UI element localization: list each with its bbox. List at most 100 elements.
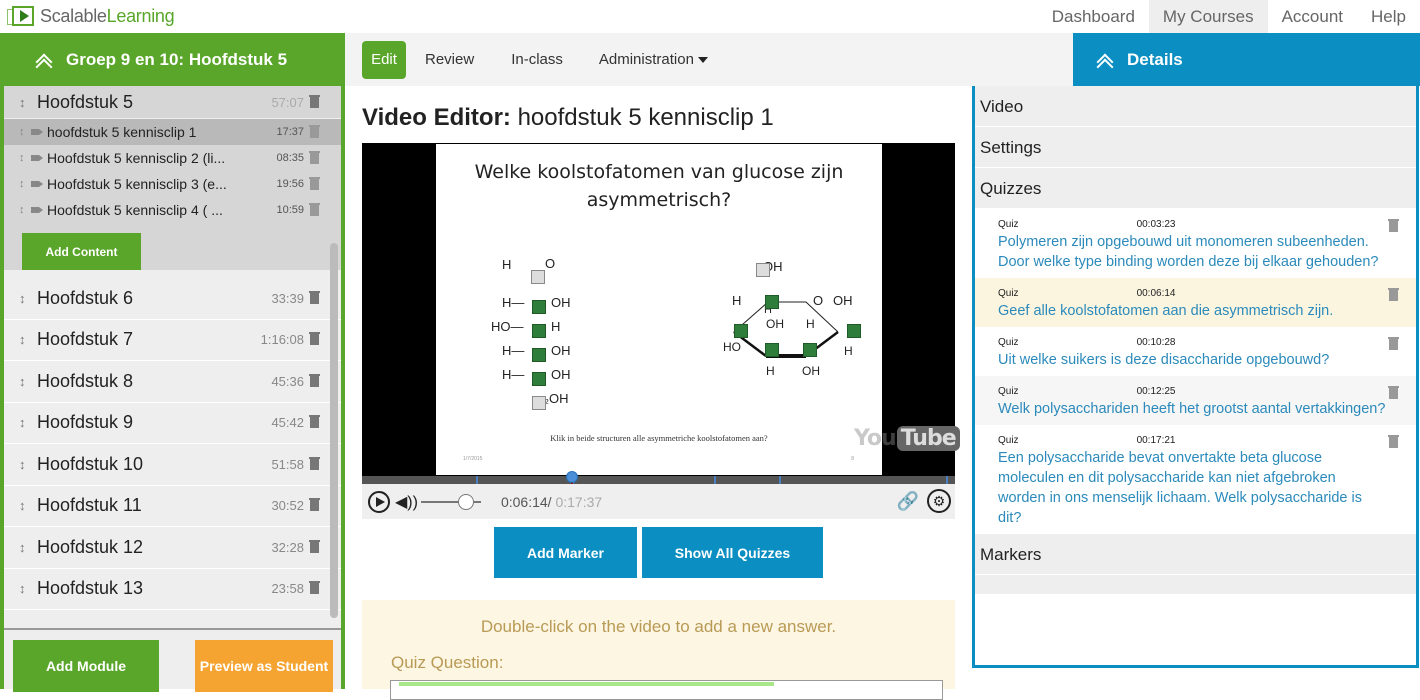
quiz-mark-tick[interactable] [946,476,948,484]
nav-my-courses[interactable]: My Courses [1148,0,1268,33]
add-content-button[interactable]: Add Content [22,233,141,270]
volume-knob[interactable] [457,493,474,510]
drag-handle-icon[interactable]: ↕ [19,126,31,138]
module-row[interactable]: ↕ Hoofdstuk 10 51:58 [4,444,341,486]
trash-icon[interactable] [309,150,320,164]
trash-icon[interactable] [309,290,320,304]
quiz-mark-tick[interactable] [714,476,716,484]
carbon-marker-ring-1[interactable] [847,324,861,338]
carbon-marker-3[interactable] [532,324,546,338]
carbon-marker-ring-6[interactable] [756,263,770,277]
drag-handle-icon[interactable]: ↕ [19,540,37,555]
trash-icon[interactable] [1388,435,1399,448]
module-row[interactable]: ↕ Hoofdstuk 9 45:42 [4,403,341,444]
quiz-list-item[interactable]: Quiz 00:03:23 Polymeren zijn opgebouwd uit… [975,209,1416,278]
quiz-list-item[interactable]: Quiz 00:12:25 Welk polysacchariden heeft h… [975,376,1416,425]
module-row[interactable]: ↕ Hoofdstuk 13 23:58 [4,569,341,610]
section-markers[interactable]: Markers [975,534,1416,575]
drag-handle-icon[interactable]: ↕ [19,95,37,110]
trash-icon[interactable] [309,456,320,470]
sidebar-scrollbar[interactable] [330,243,338,618]
preview-as-student-button[interactable]: Preview as Student [195,640,333,692]
quiz-mark-tick[interactable] [476,476,478,484]
gear-icon[interactable]: ⚙ [927,489,951,513]
trash-icon[interactable] [1388,288,1399,301]
drag-handle-icon[interactable]: ↕ [19,498,37,513]
module-row[interactable]: ↕ Hoofdstuk 12 32:28 [4,527,341,569]
link-icon[interactable]: 🔗 [897,491,919,512]
content-item[interactable]: ↕ Hoofdstuk 5 kennisclip 4 ( ... 10:59 [4,197,341,223]
add-marker-button[interactable]: Add Marker [494,527,637,578]
trash-icon[interactable] [309,415,320,429]
carbon-marker-ring-2[interactable] [803,343,817,357]
tab-edit[interactable]: Edit [362,40,406,79]
carbon-marker-2[interactable] [532,300,546,314]
content-item[interactable]: ↕ hoofdstuk 5 kennisclip 1 17:37 [4,119,341,145]
drag-handle-icon[interactable]: ↕ [19,291,37,306]
section-video[interactable]: Video [975,86,1416,127]
drag-handle-icon[interactable]: ↕ [19,204,31,216]
section-settings[interactable]: Settings [975,127,1416,168]
volume-icon[interactable]: ◀)) [395,492,418,512]
volume-slider[interactable] [420,493,481,510]
module-row[interactable]: ↕ Hoofdstuk 11 30:52 [4,486,341,527]
quiz-list-item[interactable]: Quiz 00:17:21 Een polysaccharide bevat onv… [975,425,1416,534]
quiz-question-link[interactable]: Uit welke suikers is deze disaccharide o… [998,350,1386,370]
quiz-mark-tick[interactable] [779,476,781,484]
tab-in-class[interactable]: In-class [511,51,563,68]
trash-icon[interactable] [1388,219,1399,232]
carbon-marker-ring-5[interactable] [765,295,779,309]
drag-handle-icon[interactable]: ↕ [19,152,31,164]
carbon-marker-5[interactable] [532,372,546,386]
trash-icon[interactable] [1388,386,1399,399]
quiz-question-input[interactable] [390,680,943,700]
trash-icon[interactable] [309,581,320,595]
drag-handle-icon[interactable]: ↕ [19,457,37,472]
play-icon[interactable] [368,490,390,513]
quiz-question-link[interactable]: Welk polysacchariden heeft het grootst a… [998,399,1386,419]
drag-handle-icon[interactable]: ↕ [19,415,37,430]
drag-handle-icon[interactable]: ↕ [19,178,31,190]
trash-icon[interactable] [309,124,320,138]
sidebar-header[interactable]: Groep 9 en 10: Hoofdstuk 5 [0,33,345,86]
carbon-marker-1[interactable] [531,270,545,284]
nav-help[interactable]: Help [1357,0,1420,33]
quiz-question-link[interactable]: Een polysaccharide bevat onvertakte beta… [998,448,1386,528]
module-row[interactable]: ↕ Hoofdstuk 6 33:39 [4,278,341,320]
tab-administration[interactable]: Administration [599,51,708,68]
quiz-list-item[interactable]: Quiz 00:06:14 Geef alle koolstofatomen aan… [975,278,1416,327]
trash-icon[interactable] [309,94,320,108]
video-slide[interactable]: Welke koolstofatomen van glucose zijn as… [436,144,882,475]
trash-icon[interactable] [309,176,320,190]
video-player[interactable]: Welke koolstofatomen van glucose zijn as… [362,143,960,476]
seek-bar[interactable] [362,471,955,495]
details-header[interactable]: Details [1073,33,1420,86]
carbon-marker-ring-3[interactable] [765,343,779,357]
trash-icon[interactable] [309,332,320,346]
trash-icon[interactable] [309,373,320,387]
module-row[interactable]: ↕ Hoofdstuk 8 45:36 [4,361,341,403]
carbon-marker-4[interactable] [532,348,546,362]
show-all-quizzes-button[interactable]: Show All Quizzes [642,527,823,578]
quiz-list-item[interactable]: Quiz 00:10:28 Uit welke suikers is deze di… [975,327,1416,376]
trash-icon[interactable] [309,202,320,216]
youtube-logo[interactable]: You Tube [854,426,960,451]
carbon-marker-ring-4[interactable] [734,324,748,338]
content-item[interactable]: ↕ Hoofdstuk 5 kennisclip 3 (e... 19:56 [4,171,341,197]
content-item[interactable]: ↕ Hoofdstuk 5 kennisclip 2 (li... 08:35 [4,145,341,171]
module-header[interactable]: ↕ Hoofdstuk 5 57:07 [4,86,341,119]
trash-icon[interactable] [309,539,320,553]
module-row[interactable]: ↕ Hoofdstuk 7 1:16:08 [4,320,341,361]
drag-handle-icon[interactable]: ↕ [19,581,37,596]
trash-icon[interactable] [309,498,320,512]
quiz-question-link[interactable]: Geef alle koolstofatomen aan die asymmet… [998,301,1386,321]
nav-account[interactable]: Account [1268,0,1357,33]
add-module-button[interactable]: Add Module [13,640,159,692]
section-quizzes[interactable]: Quizzes [975,168,1416,209]
drag-handle-icon[interactable]: ↕ [19,332,37,347]
tab-review[interactable]: Review [425,51,474,68]
quiz-question-link[interactable]: Polymeren zijn opgebouwd uit monomeren s… [998,232,1386,272]
drag-handle-icon[interactable]: ↕ [19,374,37,389]
carbon-marker-6[interactable] [532,396,546,410]
trash-icon[interactable] [1388,337,1399,350]
